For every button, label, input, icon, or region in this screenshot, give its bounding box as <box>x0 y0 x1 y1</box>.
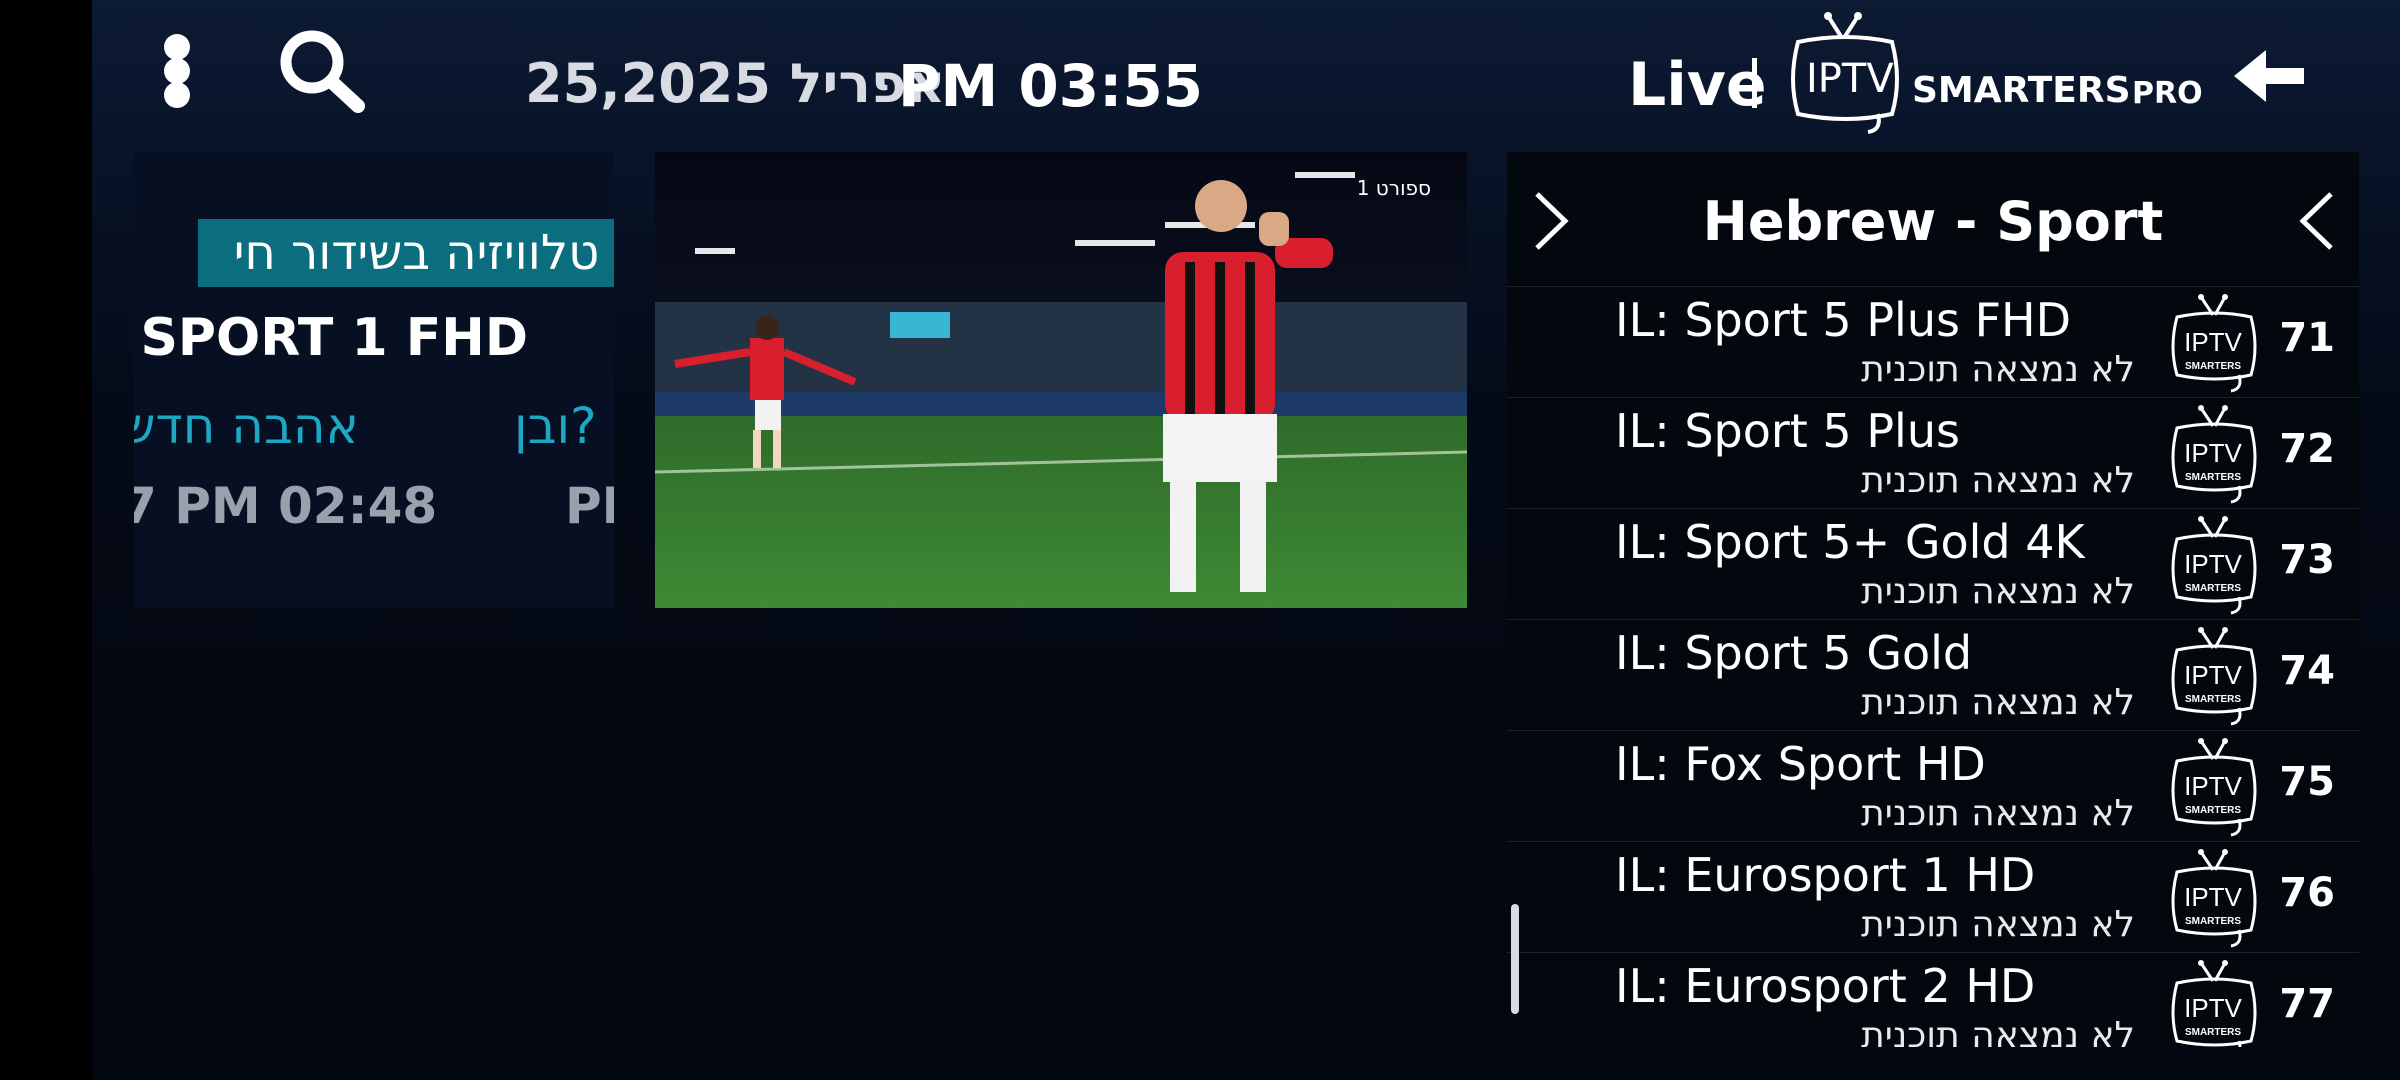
channel-number: 75 <box>2279 759 2335 805</box>
channel-row[interactable]: IL: Eurosport 1 HD לא נמצאה תוכנית IPTV … <box>1507 841 2359 952</box>
channel-name: IL: Sport 5 Plus FHD <box>1615 293 2072 347</box>
epg-program-next: אהבה חדש <box>134 397 359 455</box>
channel-watermark: ספורט 1 <box>1356 176 1431 200</box>
search-icon <box>280 30 365 113</box>
app-logo: IPTV SMARTERS PRO <box>1782 10 2203 136</box>
svg-text:IPTV: IPTV <box>2184 993 2242 1023</box>
more-options-button[interactable] <box>152 30 202 110</box>
channel-number: 77 <box>2279 981 2335 1027</box>
channel-epg-status: לא נמצאה תוכנית <box>1861 460 2135 501</box>
channel-epg-status: לא נמצאה תוכנית <box>1861 349 2135 390</box>
brand-smarters: SMARTERS <box>1912 70 2131 111</box>
svg-text:SMARTERS: SMARTERS <box>2185 361 2241 372</box>
channel-name: IL: Sport 5+ Gold 4K <box>1615 515 2085 569</box>
channel-row[interactable]: IL: Eurosport 2 HD לא נמצאה תוכנית IPTV … <box>1507 952 2359 1047</box>
channel-epg-status: לא נמצאה תוכנית <box>1861 1015 2135 1047</box>
channel-row[interactable]: IL: Sport 5 Gold לא נמצאה תוכנית IPTV SM… <box>1507 619 2359 730</box>
channel-name: IL: Sport 5 Gold <box>1615 626 1973 680</box>
video-frame <box>655 152 1467 608</box>
current-date: 25,2025 אפריל <box>525 52 946 115</box>
back-button[interactable] <box>2232 44 2312 108</box>
channel-row[interactable]: IL: Fox Sport HD לא נמצאה תוכנית IPTV SM… <box>1507 730 2359 841</box>
prev-category-button[interactable] <box>2295 188 2339 254</box>
channel-number: 72 <box>2279 426 2335 472</box>
live-label: Live <box>1628 50 1767 120</box>
channel-number: 76 <box>2279 870 2335 916</box>
svg-text:IPTV: IPTV <box>2184 549 2242 579</box>
channel-name: IL: Eurosport 1 HD <box>1615 848 2036 902</box>
menu-dot <box>164 58 190 84</box>
channel-name: IL: Sport 5 Plus <box>1615 404 1960 458</box>
channel-name: IL: Fox Sport HD <box>1615 737 1986 791</box>
svg-text:IPTV: IPTV <box>2184 438 2242 468</box>
channel-number: 74 <box>2279 648 2335 694</box>
svg-text:SMARTERS: SMARTERS <box>2185 805 2241 816</box>
header-divider <box>1752 58 1757 108</box>
channel-logo-icon: IPTV SMARTERS <box>2171 405 2257 504</box>
channel-logo-icon: IPTV SMARTERS <box>2171 738 2257 837</box>
channel-logo-icon: IPTV SMARTERS <box>2171 627 2257 726</box>
live-tv-badge: טלוויזיה בשידור חי <box>198 219 614 287</box>
channel-epg-status: לא נמצאה תוכנית <box>1861 904 2135 945</box>
svg-text:SMARTERS: SMARTERS <box>2185 916 2241 927</box>
chevron-left-icon <box>2299 192 2333 250</box>
channel-row[interactable]: IL: Sport 5 Plus FHD לא נמצאה תוכנית IPT… <box>1507 286 2359 397</box>
epg-time-current: PM <box>565 477 614 535</box>
epg-info-panel: טלוויזיה בשידור חי ES SPORT 1 FHD אהבה ח… <box>134 152 614 608</box>
channel-number: 71 <box>2279 315 2335 361</box>
channel-epg-status: לא נמצאה תוכנית <box>1861 571 2135 612</box>
category-title: Hebrew - Sport <box>1702 190 2164 253</box>
epg-time-next: 7 PM 02:48 <box>134 477 438 535</box>
brand-pro: PRO <box>2132 76 2203 111</box>
epg-channel-name: ES SPORT 1 FHD <box>134 308 528 368</box>
channel-logo-icon: IPTV SMARTERS <box>2171 516 2257 615</box>
svg-text:SMARTERS: SMARTERS <box>2185 472 2241 483</box>
channel-logo-icon: IPTV SMARTERS <box>2171 849 2257 948</box>
channel-epg-status: לא נמצאה תוכנית <box>1861 793 2135 834</box>
menu-dot <box>164 34 190 60</box>
video-player[interactable]: ספורט 1 <box>655 152 1467 608</box>
svg-text:IPTV: IPTV <box>2184 660 2242 690</box>
channel-number: 73 <box>2279 537 2335 583</box>
brand-iptv: IPTV <box>1806 56 1894 102</box>
svg-text:SMARTERS: SMARTERS <box>2185 694 2241 705</box>
svg-text:SMARTERS: SMARTERS <box>2185 583 2241 594</box>
list-scrollbar[interactable] <box>1511 904 1519 1014</box>
epg-program-current: ובן? <box>514 397 597 455</box>
menu-dot <box>164 82 190 108</box>
back-arrow-icon <box>2234 50 2304 102</box>
channel-list-panel: Hebrew - Sport IL: Sport 5 Plus FHD לא נ… <box>1507 152 2359 1047</box>
channel-row[interactable]: IL: Sport 5+ Gold 4K לא נמצאה תוכנית IPT… <box>1507 508 2359 619</box>
channel-row[interactable]: IL: Sport 5 Plus לא נמצאה תוכנית IPTV SM… <box>1507 397 2359 508</box>
channel-logo-icon: IPTV SMARTERS <box>2171 294 2257 393</box>
search-button[interactable] <box>276 28 368 114</box>
channel-logo-icon: IPTV SMARTERS <box>2171 960 2257 1047</box>
svg-text:IPTV: IPTV <box>2184 771 2242 801</box>
current-time: PM 03:55 <box>898 52 1204 120</box>
channel-epg-status: לא נמצאה תוכנית <box>1861 682 2135 723</box>
svg-text:SMARTERS: SMARTERS <box>2185 1027 2241 1038</box>
svg-text:IPTV: IPTV <box>2184 327 2242 357</box>
app-window: 25,2025 אפריל PM 03:55 Live IPTV SMARTER… <box>92 0 2400 1080</box>
channel-name: IL: Eurosport 2 HD <box>1615 959 2036 1013</box>
svg-text:IPTV: IPTV <box>2184 882 2242 912</box>
